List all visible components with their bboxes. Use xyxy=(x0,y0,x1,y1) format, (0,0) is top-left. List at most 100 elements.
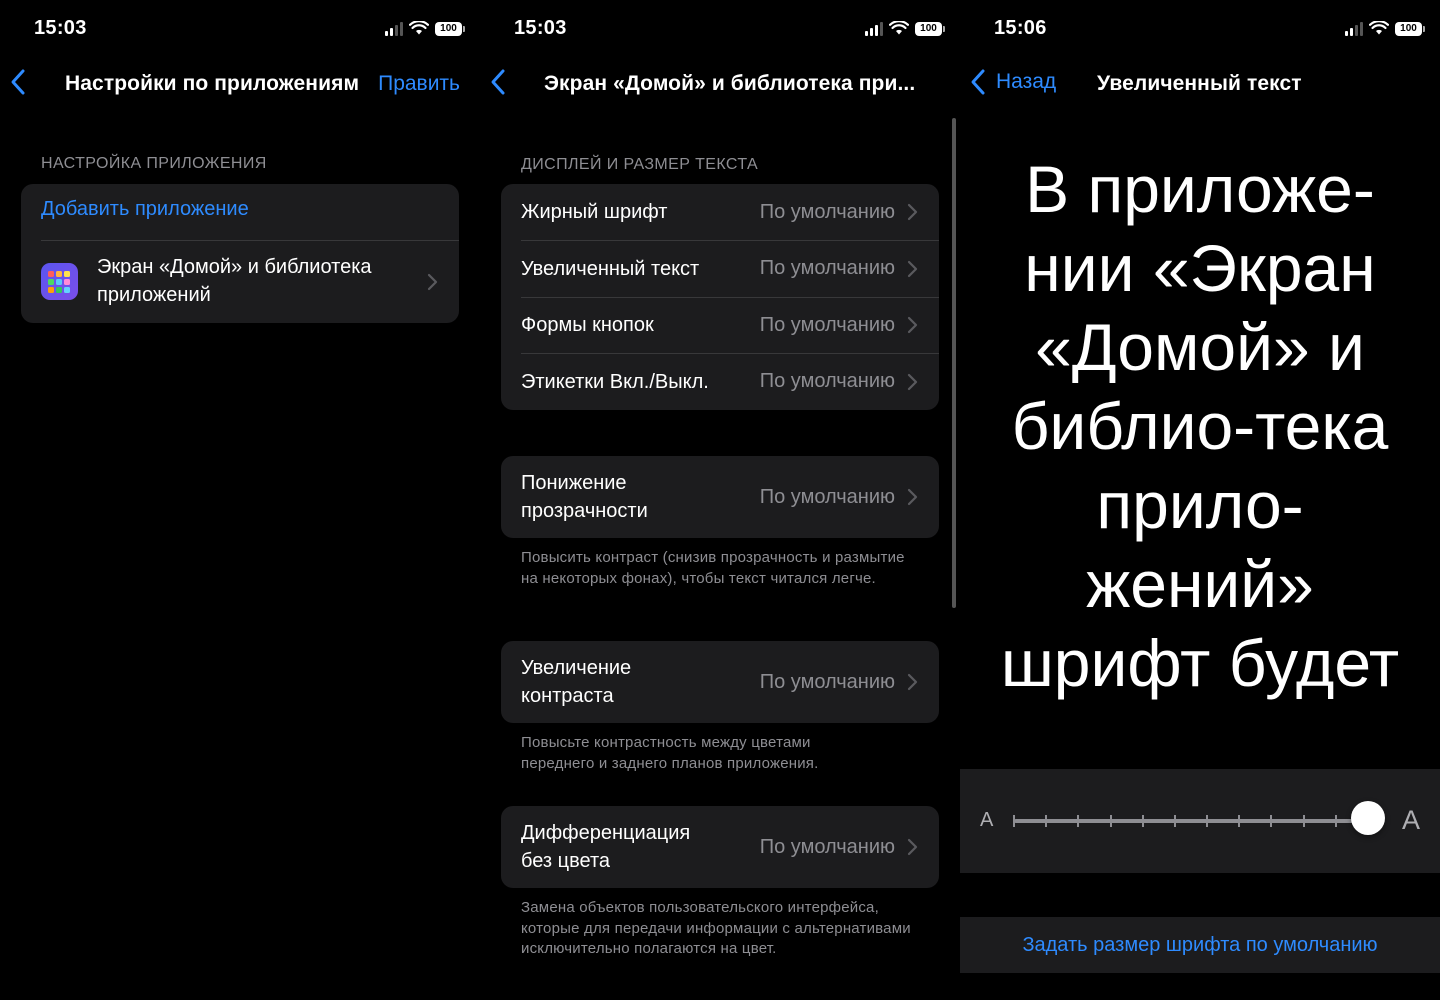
list-item-label: Экран «Домой» и библиотека приложений xyxy=(97,256,372,306)
footnote-reduce-transparency: Повысить контраст (снизив прозрачность и… xyxy=(521,549,905,587)
status-bar: 15:06 100 xyxy=(960,0,1440,58)
navigation-bar: Экран «Домой» и библиотека при... xyxy=(480,60,960,110)
slider-thumb[interactable] xyxy=(1351,801,1385,835)
page-title: Увеличенный текст xyxy=(1097,72,1302,95)
status-bar: 15:03 100 xyxy=(0,0,480,58)
wifi-icon xyxy=(889,21,909,35)
slider-tick xyxy=(1334,815,1337,827)
status-bar: 15:03 100 xyxy=(480,0,960,58)
battery-icon: 100 xyxy=(1395,21,1425,36)
row-label-line2: без цвета xyxy=(521,850,611,872)
chevron-right-icon xyxy=(907,488,918,506)
chevron-right-icon xyxy=(907,673,918,691)
chevron-right-icon xyxy=(907,203,918,221)
display-text-group: Жирный шрифт По умолчанию Увеличенный те… xyxy=(501,184,939,410)
small-text-label: A xyxy=(980,809,994,831)
slider-tick xyxy=(1206,815,1209,827)
chevron-right-icon xyxy=(427,273,438,291)
row-value: По умолчанию xyxy=(759,313,895,336)
back-button[interactable]: Назад xyxy=(970,68,1056,96)
list-item-home-screen[interactable]: Экран «Домой» и библиотека приложений xyxy=(21,240,459,323)
slider-tick xyxy=(1173,815,1176,827)
slider-tick xyxy=(1013,815,1015,827)
page-title: Экран «Домой» и библиотека при... xyxy=(544,72,916,95)
text-size-preview: В приложе-нии «Экран «Домой» и библио-те… xyxy=(1000,152,1400,700)
status-icons: 100 xyxy=(1345,21,1425,36)
increase-contrast-group: Увеличение контраста По умолчанию xyxy=(501,641,939,723)
wifi-icon xyxy=(409,21,429,35)
row-value: По умолчанию xyxy=(759,257,895,279)
text-size-slider[interactable] xyxy=(1013,815,1369,827)
row-label-line1: Понижение xyxy=(521,472,627,494)
back-button[interactable] xyxy=(10,68,26,96)
slider-tick xyxy=(1302,815,1305,827)
app-settings-group: Добавить приложение Экран «Домой» и библ… xyxy=(21,184,459,323)
app-library-icon xyxy=(41,263,78,300)
battery-icon: 100 xyxy=(915,21,945,36)
chevron-right-icon xyxy=(907,373,918,390)
row-label-line1: Увеличение xyxy=(521,657,632,679)
row-value: По умолчанию xyxy=(759,835,895,858)
reset-panel: Задать размер шрифта по умолчанию xyxy=(960,917,1440,973)
scroll-indicator[interactable] xyxy=(952,118,956,608)
differentiate-without-color-group: Дифференциация без цвета По умолчанию xyxy=(501,806,939,888)
reduce-transparency-group: Понижение прозрачности По умолчанию xyxy=(501,456,939,538)
row-label: Увеличенный текст xyxy=(521,257,700,280)
section-header: ДИСПЛЕЙ И РАЗМЕР ТЕКСТА xyxy=(521,156,759,173)
row-label: Увеличение контраста xyxy=(521,654,631,710)
wifi-icon xyxy=(1369,21,1389,35)
slider-tick xyxy=(1238,815,1241,827)
row-label-line2: контраста xyxy=(521,685,614,707)
chevron-right-icon xyxy=(907,838,918,856)
row-button-shapes[interactable]: Формы кнопок По умолчанию xyxy=(501,297,939,353)
screen-home-screen-settings: 15:03 100 Экран «Домой» и библиотека при… xyxy=(480,0,960,1000)
status-time: 15:03 xyxy=(514,17,567,39)
row-increase-contrast[interactable]: Увеличение контраста По умолчанию xyxy=(501,641,939,723)
status-icons: 100 xyxy=(865,21,945,36)
row-differentiate-without-color[interactable]: Дифференциация без цвета По умолчанию xyxy=(501,806,939,888)
row-label: Понижение прозрачности xyxy=(521,469,648,525)
chevron-right-icon xyxy=(907,260,918,277)
row-larger-text[interactable]: Увеличенный текст По умолчанию xyxy=(501,240,939,297)
chevron-left-icon xyxy=(971,69,985,95)
battery-icon: 100 xyxy=(435,21,465,36)
row-value: По умолчанию xyxy=(759,485,895,508)
row-value: По умолчанию xyxy=(759,200,895,223)
status-time: 15:03 xyxy=(34,17,87,39)
row-value: По умолчанию xyxy=(759,670,895,693)
add-app-button[interactable]: Добавить приложение xyxy=(41,198,249,221)
text-size-slider-panel: A A xyxy=(960,769,1440,873)
footnote-differentiate-without-color: Замена объектов пользовательского интерф… xyxy=(521,899,911,957)
chevron-left-icon xyxy=(491,69,505,95)
row-value: По умолчанию xyxy=(759,370,895,392)
navigation-bar: Назад Увеличенный текст xyxy=(960,60,1440,110)
chevron-right-icon xyxy=(907,316,918,334)
large-text-label: A xyxy=(1401,805,1420,835)
chevron-left-icon xyxy=(11,69,25,95)
screen-larger-text: 15:06 100 Назад Увеличенный текст В прил… xyxy=(960,0,1440,1000)
status-icons: 100 xyxy=(385,21,465,36)
slider-tick xyxy=(1045,815,1048,827)
slider-tick xyxy=(1109,815,1112,827)
section-header: НАСТРОЙКА ПРИЛОЖЕНИЯ xyxy=(41,155,267,172)
page-title: Настройки по приложениям xyxy=(65,72,360,95)
cellular-signal-icon xyxy=(385,21,403,36)
navigation-bar: Настройки по приложениям Править xyxy=(0,60,480,110)
screen-app-settings: 15:03 100 Настройки по приложениям Прави… xyxy=(0,0,480,1000)
row-on-off-labels[interactable]: Этикетки Вкл./Выкл. По умолчанию xyxy=(501,353,939,410)
cellular-signal-icon xyxy=(1345,21,1363,36)
row-label: Формы кнопок xyxy=(521,314,654,336)
reset-font-size-button[interactable]: Задать размер шрифта по умолчанию xyxy=(1022,934,1377,957)
slider-tick xyxy=(1141,815,1144,827)
row-reduce-transparency[interactable]: Понижение прозрачности По умолчанию xyxy=(501,456,939,538)
row-label: Дифференциация без цвета xyxy=(521,819,690,875)
edit-button[interactable]: Править xyxy=(378,72,460,96)
status-time: 15:06 xyxy=(994,17,1047,39)
slider-tick xyxy=(1270,815,1273,827)
back-button[interactable] xyxy=(490,68,506,96)
back-button-label: Назад xyxy=(996,70,1057,93)
row-bold-text[interactable]: Жирный шрифт По умолчанию xyxy=(501,184,939,240)
row-label-line1: Дифференциация xyxy=(521,822,691,844)
row-label-line2: прозрачности xyxy=(521,500,648,522)
slider-tick xyxy=(1077,815,1080,827)
